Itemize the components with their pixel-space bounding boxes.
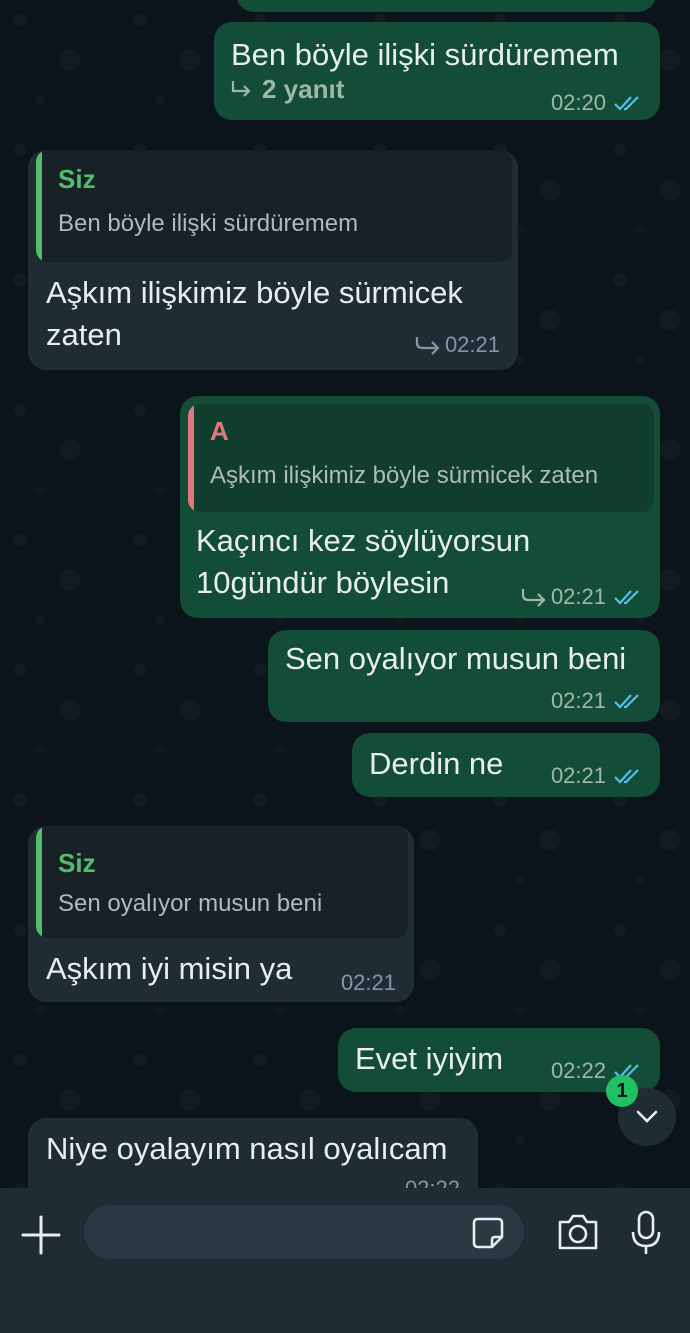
replies-count: 2 yanıt — [262, 74, 345, 104]
message-time: 02:20 — [550, 90, 606, 115]
reply-arrow-icon — [521, 589, 546, 607]
outgoing-message[interactable]: Ben böyle ilişki sürdüremem 2 yanıt 02:2… — [214, 22, 660, 120]
microphone-icon[interactable] — [630, 1210, 662, 1256]
outgoing-message[interactable]: A Aşkım ilişkimiz böyle sürmicek zaten K… — [180, 396, 660, 618]
quoted-message[interactable]: Siz Sen oyalıyor musun beni — [36, 826, 408, 938]
reply-thread-icon — [231, 80, 251, 97]
message-meta: 02:21 — [341, 970, 396, 996]
unread-count-badge: 1 — [606, 1075, 638, 1107]
message-meta: 02:21 — [415, 332, 500, 358]
quote-text: Ben böyle ilişki sürdüremem — [58, 210, 359, 237]
quoted-message[interactable]: A Aşkım ilişkimiz böyle sürmicek zaten — [188, 404, 654, 512]
chat-area[interactable]: Ben böyle ilişki sürdüremem 2 yanıt 02:2… — [0, 0, 690, 1188]
replies-link[interactable]: 2 yanıt — [230, 74, 344, 105]
quote-author: Siz — [58, 164, 96, 194]
outgoing-message[interactable]: Derdin ne 02:21 — [352, 733, 660, 797]
message-meta: 02:21 — [551, 763, 644, 789]
message-text: Niye oyalayım nasıl oyalıcam — [46, 1131, 448, 1166]
quote-author: Siz — [58, 848, 96, 878]
read-ticks-icon — [614, 590, 639, 605]
message-text: Aşkım iyi misin ya — [46, 951, 293, 986]
read-ticks-icon — [614, 694, 639, 709]
message-text-line: 10gündür böylesin — [196, 565, 450, 600]
chevron-down-icon — [636, 1110, 658, 1123]
composer-bar — [0, 1188, 690, 1333]
message-time: 02:21 — [444, 332, 500, 357]
quoted-message[interactable]: Siz Ben böyle ilişki sürdüremem — [36, 150, 512, 262]
message-text: Sen oyalıyor musun beni — [285, 641, 627, 676]
quote-bar — [188, 404, 194, 512]
camera-icon[interactable] — [556, 1212, 600, 1252]
message-meta: 02:22 — [405, 1176, 460, 1188]
outgoing-message[interactable]: Sen oyalıyor musun beni 02:21 — [268, 630, 660, 722]
message-text-line: zaten — [46, 317, 122, 352]
message-time: 02:22 — [550, 1058, 606, 1083]
message-meta: 02:21 — [521, 584, 644, 610]
incoming-message[interactable]: Siz Sen oyalıyor musun beni Aşkım iyi mi… — [28, 826, 414, 1002]
previous-message-bubble[interactable] — [236, 0, 656, 12]
message-time: 02:21 — [550, 584, 606, 609]
message-time: 02:21 — [340, 970, 396, 995]
quote-author: A — [210, 416, 229, 446]
quote-text: Aşkım ilişkimiz böyle sürmicek zaten — [210, 462, 599, 489]
message-text: Ben böyle ilişki sürdüremem — [231, 37, 619, 72]
message-text-line: Kaçıncı kez söylüyorsun — [196, 523, 531, 558]
plus-icon[interactable] — [20, 1214, 62, 1256]
quote-bar — [36, 150, 42, 262]
incoming-message[interactable]: Siz Ben böyle ilişki sürdüremem Aşkım il… — [28, 150, 518, 370]
message-input[interactable] — [84, 1205, 524, 1259]
sticker-icon[interactable] — [470, 1215, 506, 1251]
message-time: 02:22 — [405, 1176, 460, 1188]
quote-bar — [36, 826, 42, 938]
message-text-line: Aşkım ilişkimiz böyle sürmicek — [46, 275, 463, 310]
quote-text: Sen oyalıyor musun beni — [58, 890, 323, 917]
incoming-message[interactable]: Niye oyalayım nasıl oyalıcam 02:22 — [28, 1118, 478, 1188]
message-meta: 02:20 — [551, 90, 644, 116]
read-ticks-icon — [614, 769, 639, 784]
message-meta: 02:21 — [551, 688, 644, 714]
message-text: Derdin ne — [369, 746, 504, 781]
reply-arrow-icon — [415, 337, 440, 355]
read-ticks-icon — [614, 96, 639, 111]
message-time: 02:21 — [550, 688, 606, 713]
message-text: Evet iyiyim — [355, 1041, 504, 1076]
message-time: 02:21 — [550, 763, 606, 788]
